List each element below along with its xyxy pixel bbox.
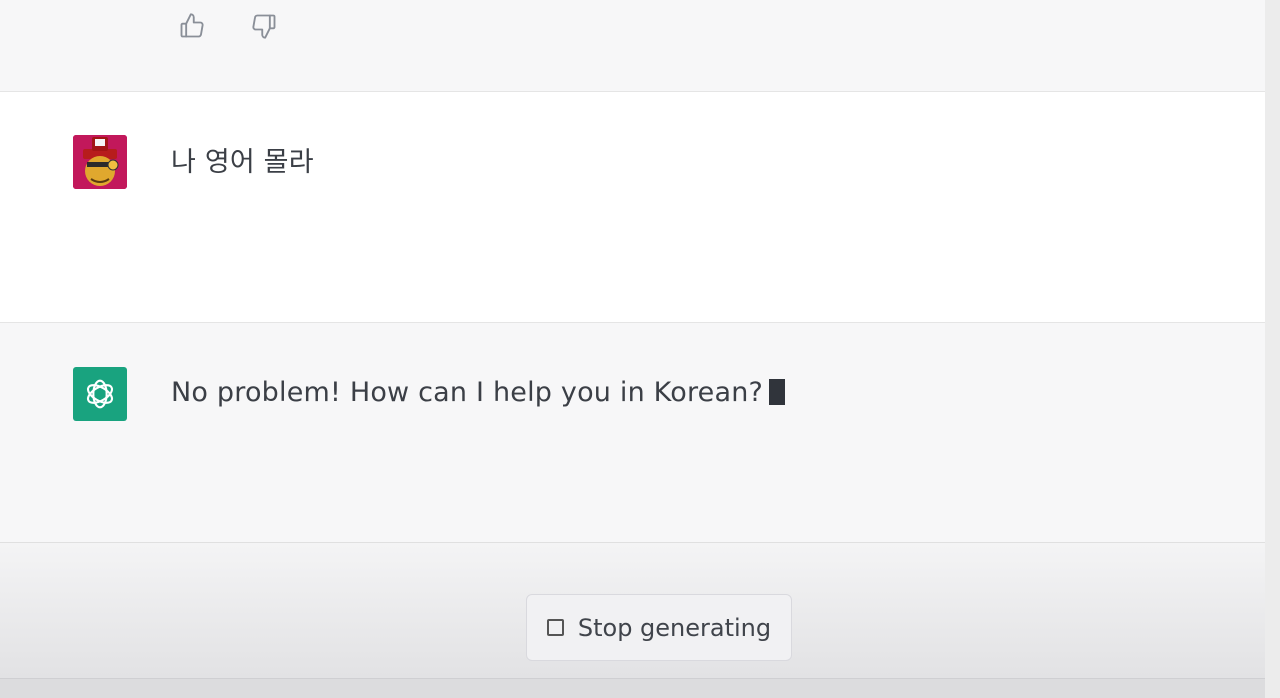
assistant-message-text: No problem! How can I help you in Korean… bbox=[171, 377, 786, 408]
assistant-text-content: No problem! How can I help you in Korean… bbox=[171, 377, 764, 408]
bottom-edge bbox=[0, 678, 1280, 698]
user-avatar bbox=[73, 135, 127, 189]
stop-generating-label: Stop generating bbox=[577, 613, 772, 642]
stop-square-icon bbox=[546, 619, 564, 636]
stop-generating-button[interactable]: Stop generating bbox=[526, 594, 792, 661]
openai-logo-icon bbox=[73, 367, 127, 421]
scrollbar-track[interactable] bbox=[1265, 0, 1280, 698]
user-message-text: 나 영어 몰라 bbox=[171, 147, 314, 178]
composer-area: Stop generating bbox=[0, 543, 1265, 678]
thumbs-up-icon[interactable] bbox=[176, 10, 208, 42]
user-message: 나 영어 몰라 bbox=[0, 92, 1265, 323]
thumbs-down-icon[interactable] bbox=[248, 10, 280, 42]
streaming-cursor bbox=[769, 379, 786, 405]
chat-page: 나 영어 몰라 No problem! How can I help you i… bbox=[0, 0, 1280, 698]
assistant-message: No problem! How can I help you in Korean… bbox=[0, 323, 1265, 543]
previous-message-footer bbox=[0, 0, 1265, 92]
